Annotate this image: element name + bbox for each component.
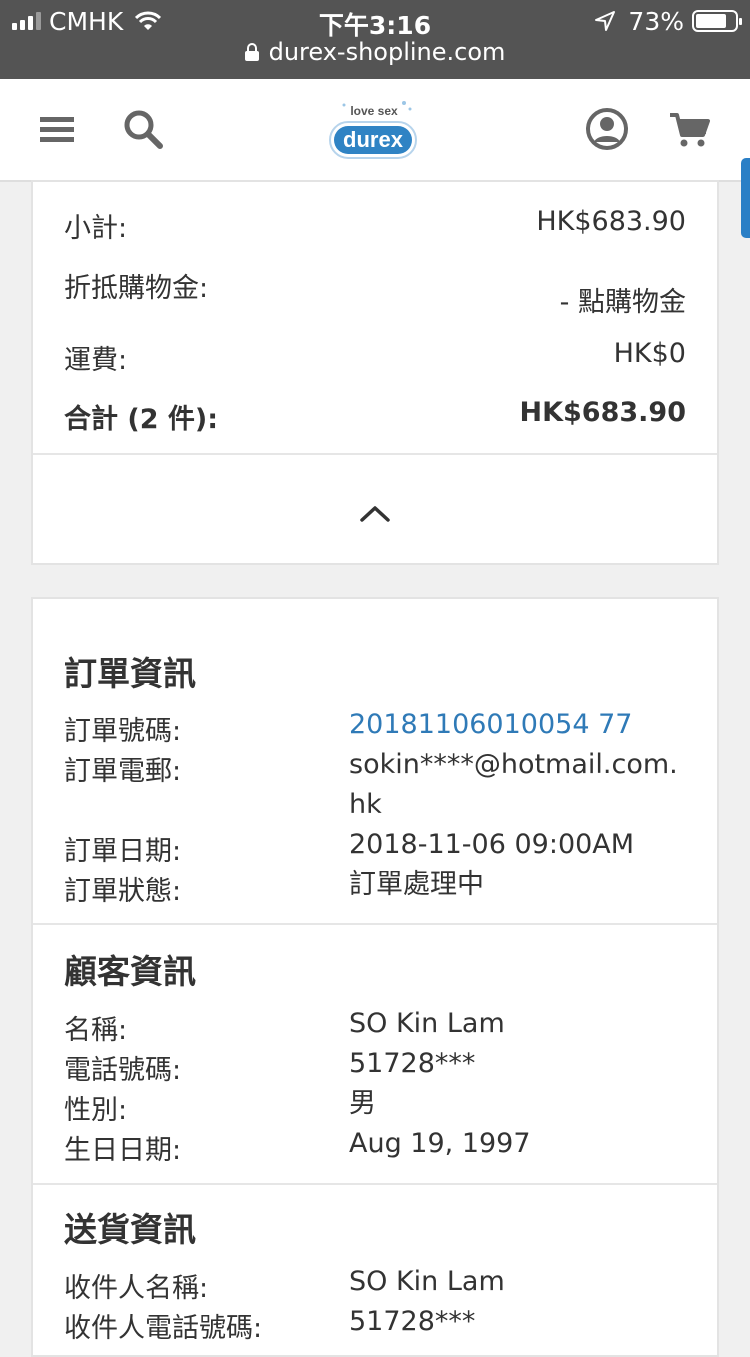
order-date-value: 2018-11-06 09:00AM <box>349 829 635 860</box>
subtotal-value: HK$683.90 <box>536 206 686 237</box>
order-number-label: 訂單號碼: <box>64 716 182 747</box>
collapse-summary-button[interactable] <box>33 455 717 563</box>
site-header: love sex durex <box>0 79 750 182</box>
battery-icon <box>692 10 742 32</box>
status-bar: CMHK 下午3:16 73% durex-shopline.com <box>0 0 750 79</box>
order-info-title: 訂單資訊 <box>64 654 196 693</box>
customer-name-value: SO Kin Lam <box>349 1008 505 1039</box>
customer-phone-label: 電話號碼: <box>64 1055 182 1086</box>
recipient-phone-label: 收件人電話號碼: <box>64 1313 263 1344</box>
url-text: durex-shopline.com <box>268 38 506 66</box>
customer-phone-value: 51728*** <box>349 1048 476 1079</box>
location-arrow-icon <box>595 11 616 31</box>
search-icon[interactable] <box>121 107 165 151</box>
customer-birthday-value: Aug 19, 1997 <box>349 1128 531 1159</box>
battery-percent: 73% <box>628 6 684 36</box>
side-feedback-tab[interactable] <box>741 158 750 238</box>
order-details-card: 訂單資訊 訂單號碼: 20181106010054 77 訂單電郵: sokin… <box>31 597 719 1357</box>
shipping-row: 運費: HK$0 <box>64 338 686 377</box>
shipping-label: 運費: <box>64 345 128 376</box>
credit-label: 折抵購物金: <box>64 273 209 304</box>
section-divider <box>33 923 717 925</box>
customer-name-label: 名稱: <box>64 1015 128 1046</box>
customer-birthday-label: 生日日期: <box>64 1135 182 1166</box>
customer-info-title: 顧客資訊 <box>64 952 196 991</box>
credit-row: 折抵購物金: - 點購物金 <box>64 266 686 319</box>
account-icon[interactable] <box>585 107 629 151</box>
section-divider <box>33 1183 717 1185</box>
order-email-value: sokin****@hotmail.com.hk <box>349 749 678 820</box>
cart-icon[interactable] <box>668 107 712 151</box>
total-label: 合計 (2 件): <box>64 404 219 435</box>
subtotal-label: 小計: <box>64 213 128 244</box>
credit-value: - 點購物金 <box>559 287 686 318</box>
durex-logo[interactable]: love sex durex <box>326 93 422 169</box>
recipient-phone-value: 51728*** <box>349 1306 476 1337</box>
total-value: HK$683.90 <box>519 397 687 428</box>
customer-gender-value: 男 <box>349 1088 376 1119</box>
shipping-value: HK$0 <box>613 338 686 369</box>
order-status-label: 訂單狀態: <box>64 876 182 907</box>
recipient-name-label: 收件人名稱: <box>64 1273 209 1304</box>
order-number-link[interactable]: 20181106010054 77 <box>349 705 689 745</box>
logo-brand: durex <box>343 127 404 152</box>
logo-tagline: love sex <box>350 104 398 118</box>
delivery-info-title: 送貨資訊 <box>64 1210 196 1249</box>
order-date-label: 訂單日期: <box>64 836 182 867</box>
order-summary-card: 小計: HK$683.90 折抵購物金: - 點購物金 運費: HK$0 合計 … <box>31 180 719 565</box>
customer-gender-label: 性別: <box>64 1095 128 1126</box>
total-row: 合計 (2 件): HK$683.90 <box>64 397 686 436</box>
address-bar[interactable]: durex-shopline.com <box>0 38 750 66</box>
lock-icon <box>244 43 259 61</box>
subtotal-row: 小計: HK$683.90 <box>64 206 686 245</box>
order-email-label: 訂單電郵: <box>64 756 182 787</box>
chevron-up-icon <box>360 506 390 522</box>
recipient-name-value: SO Kin Lam <box>349 1266 505 1297</box>
menu-icon[interactable] <box>36 107 80 151</box>
order-status-value: 訂單處理中 <box>349 869 484 900</box>
status-right: 73% <box>594 6 742 36</box>
